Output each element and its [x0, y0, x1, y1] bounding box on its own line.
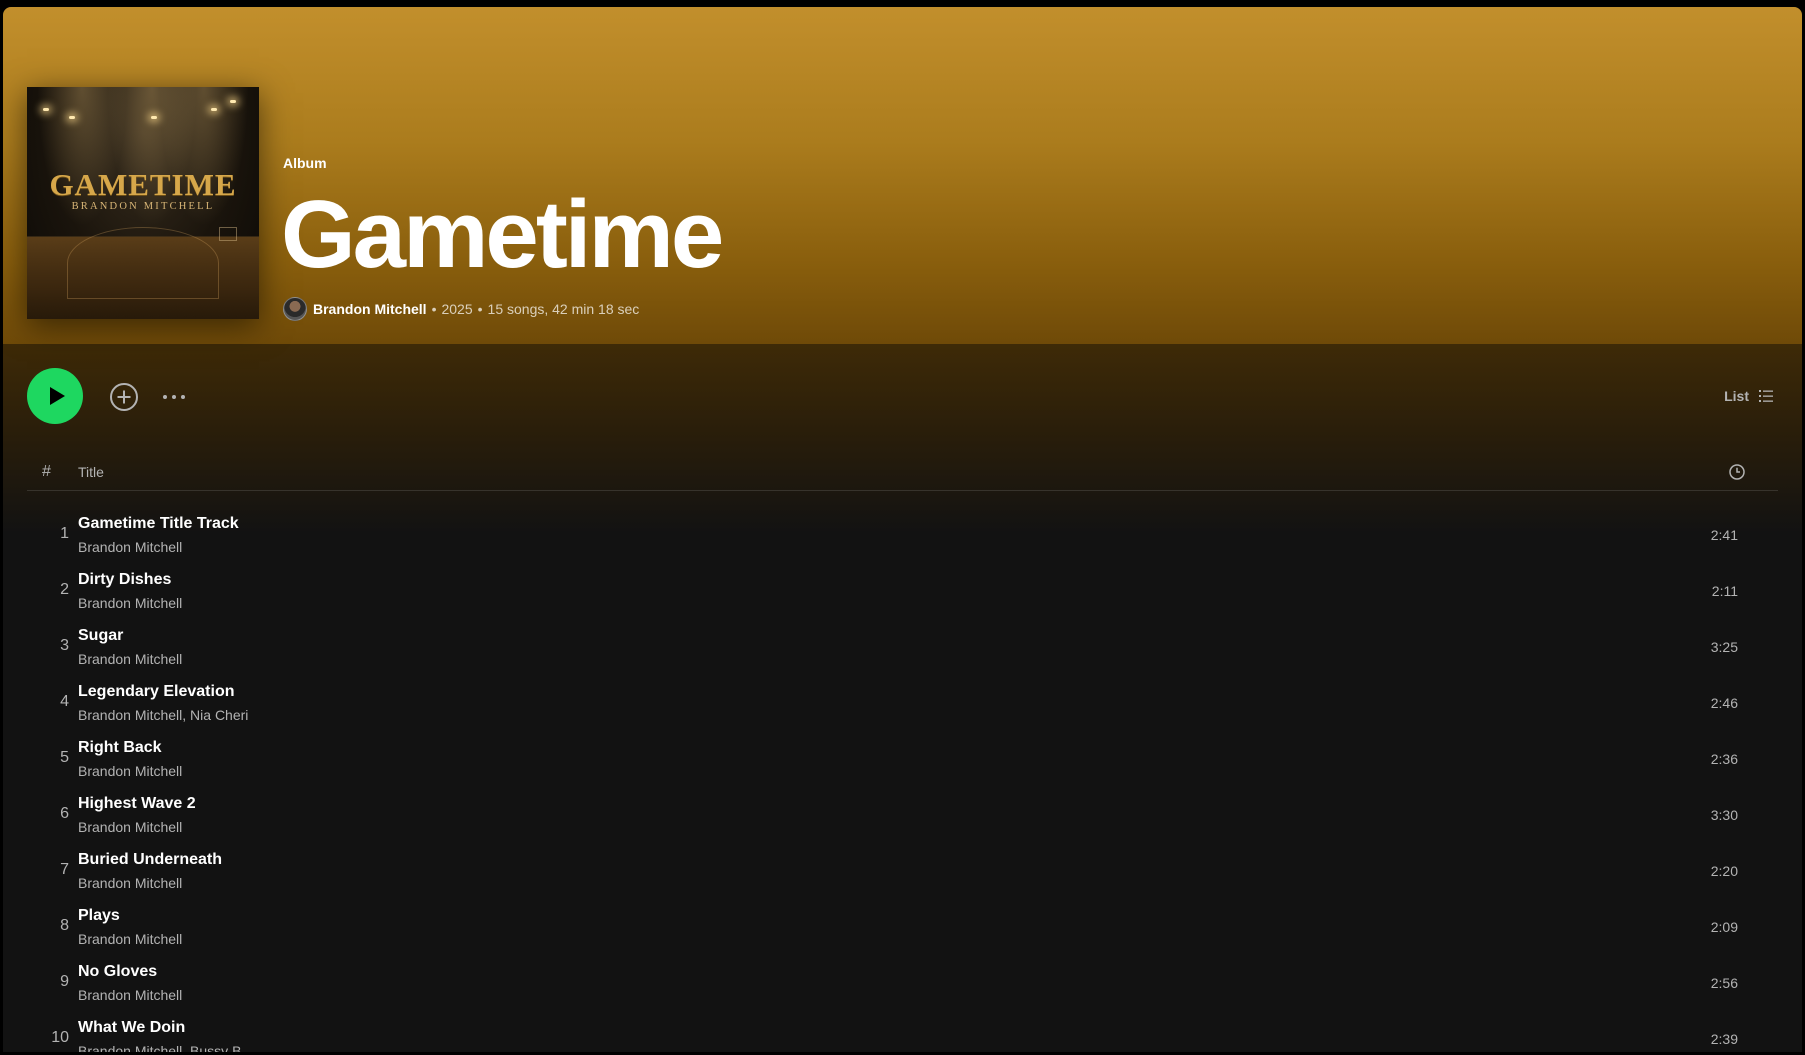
court-line [67, 227, 219, 299]
view-label: List [1724, 388, 1749, 404]
play-button[interactable] [27, 368, 83, 424]
track-number: 3 [60, 637, 69, 654]
more-options-button[interactable] [163, 387, 195, 407]
clock-icon [1729, 464, 1745, 480]
track-duration: 3:30 [1710, 807, 1738, 823]
stadium-light [43, 108, 49, 111]
more-horizontal-icon [163, 395, 167, 399]
track-title[interactable]: Dirty Dishes [78, 571, 171, 589]
track-number: 1 [60, 525, 69, 542]
column-title: Title [78, 464, 104, 480]
stadium-light [230, 100, 236, 103]
track-artists[interactable]: Brandon Mitchell [78, 651, 182, 667]
hero-gradient [3, 344, 1802, 534]
track-artists[interactable]: Brandon Mitchell [78, 987, 182, 1003]
column-number: # [42, 463, 51, 480]
tracklist-header: # Title [27, 454, 1778, 491]
tracklist: 1 Gametime Title Track Brandon Mitchell 2:4… [27, 507, 1778, 1052]
album-meta: Brandon Mitchell • 2025 • 15 songs, 42 m… [283, 297, 639, 321]
add-circle-icon [110, 383, 138, 411]
track-number: 8 [60, 917, 69, 934]
track-duration: 2:41 [1710, 527, 1738, 543]
album-cover[interactable]: GAMETIME BRANDON MITCHELL [27, 87, 259, 319]
basketball-hoop [219, 227, 237, 241]
album-title: Gametime [281, 181, 724, 288]
meta-separator: • [431, 301, 437, 317]
track-number: 4 [60, 693, 69, 710]
track-row[interactable]: 1 Gametime Title Track Brandon Mitchell 2:4… [27, 507, 1778, 563]
track-row[interactable]: 7 Buried Underneath Brandon Mitchell 2:20 [27, 843, 1778, 899]
track-row[interactable]: 2 Dirty Dishes Brandon Mitchell 2:11 [27, 563, 1778, 619]
track-artists[interactable]: Brandon Mitchell [78, 931, 182, 947]
view-toggle-button[interactable]: List [1724, 388, 1774, 404]
track-row[interactable]: 6 Highest Wave 2 Brandon Mitchell 3:30 [27, 787, 1778, 843]
cover-title: GAMETIME [49, 167, 237, 202]
stadium-light [69, 116, 75, 119]
track-title[interactable]: Right Back [78, 739, 162, 757]
track-number: 2 [60, 581, 69, 598]
track-title[interactable]: Highest Wave 2 [78, 795, 196, 813]
stadium-light [211, 108, 217, 111]
track-number: 9 [60, 973, 69, 990]
track-artists[interactable]: Brandon Mitchell, Bussy B [78, 1043, 241, 1052]
album-page: GAMETIME BRANDON MITCHELL Album Gametime… [3, 7, 1802, 1052]
track-duration: 2:39 [1710, 1031, 1738, 1047]
track-artists[interactable]: Brandon Mitchell, Nia Cheri [78, 707, 248, 723]
album-hero [3, 7, 1802, 344]
track-duration: 2:20 [1710, 863, 1738, 879]
track-number: 7 [60, 861, 69, 878]
more-dot [172, 395, 176, 399]
album-year: 2025 [441, 301, 473, 317]
cover-subtitle: BRANDON MITCHELL [71, 201, 215, 212]
track-number: 10 [51, 1029, 69, 1046]
track-number: 6 [60, 805, 69, 822]
track-duration: 2:11 [1711, 583, 1738, 599]
track-title[interactable]: Legendary Elevation [78, 683, 235, 701]
track-row[interactable]: 9 No Gloves Brandon Mitchell 2:56 [27, 955, 1778, 1011]
track-title[interactable]: Plays [78, 907, 120, 925]
album-type-label: Album [283, 155, 327, 171]
track-row[interactable]: 3 Sugar Brandon Mitchell 3:25 [27, 619, 1778, 675]
track-row[interactable]: 5 Right Back Brandon Mitchell 2:36 [27, 731, 1778, 787]
track-artists[interactable]: Brandon Mitchell [78, 539, 182, 555]
track-title[interactable]: Buried Underneath [78, 851, 222, 869]
artist-link[interactable]: Brandon Mitchell [313, 301, 427, 317]
add-to-library-button[interactable] [108, 381, 140, 413]
column-duration [1728, 463, 1746, 484]
album-summary: 15 songs, 42 min 18 sec [487, 301, 640, 317]
track-row[interactable]: 8 Plays Brandon Mitchell 2:09 [27, 899, 1778, 955]
track-duration: 2:56 [1710, 975, 1738, 991]
track-title[interactable]: Gametime Title Track [78, 515, 239, 533]
track-title[interactable]: What We Doin [78, 1019, 185, 1037]
track-duration: 3:25 [1710, 639, 1738, 655]
track-duration: 2:36 [1710, 751, 1738, 767]
track-title[interactable]: No Gloves [78, 963, 157, 981]
track-title[interactable]: Sugar [78, 627, 123, 645]
track-number: 5 [60, 749, 69, 766]
track-artists[interactable]: Brandon Mitchell [78, 763, 182, 779]
track-artists[interactable]: Brandon Mitchell [78, 875, 182, 891]
meta-separator: • [477, 301, 483, 317]
track-artists[interactable]: Brandon Mitchell [78, 819, 182, 835]
list-icon [1759, 390, 1773, 402]
play-icon [49, 387, 65, 405]
track-artists[interactable]: Brandon Mitchell [78, 595, 182, 611]
track-row[interactable]: 4 Legendary Elevation Brandon Mitchell, Ni… [27, 675, 1778, 731]
more-dot [181, 395, 185, 399]
track-row[interactable]: 10 What We Doin Brandon Mitchell, Bussy B 2… [27, 1011, 1778, 1052]
stadium-light [151, 116, 157, 119]
track-duration: 2:46 [1710, 695, 1738, 711]
track-duration: 2:09 [1710, 919, 1738, 935]
artist-avatar[interactable] [283, 297, 307, 321]
